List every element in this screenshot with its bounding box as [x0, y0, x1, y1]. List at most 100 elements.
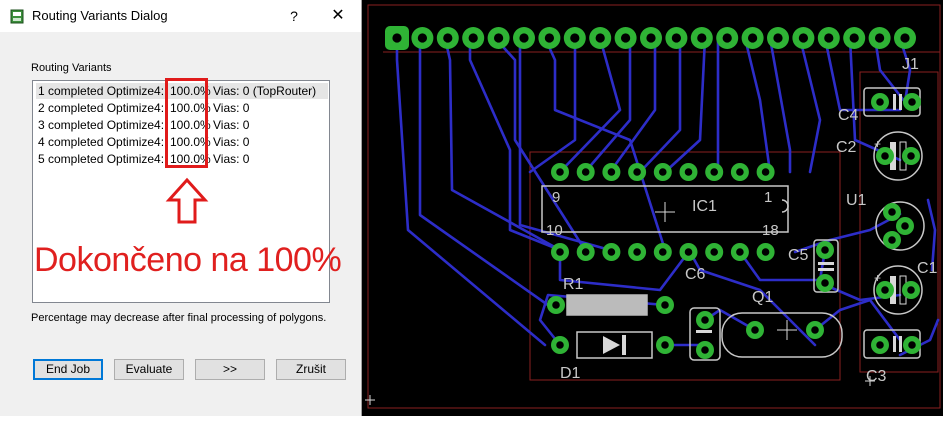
j1-pad-hole [620, 33, 631, 43]
app-icon [10, 9, 24, 24]
component-pad-hole [888, 208, 896, 216]
component-pad-hole [556, 341, 564, 349]
j1-pad-hole [900, 33, 910, 43]
component-pad-hole [811, 326, 819, 334]
ic1-pad-hole [607, 168, 616, 176]
j1-pad-hole [646, 33, 656, 43]
title-bar: Routing Variants Dialog ? ✕ [0, 0, 361, 32]
cancel-button[interactable]: Zrušit [276, 359, 346, 380]
ic1-pad-hole [659, 248, 667, 256]
c1-label: C1 [917, 260, 938, 277]
ic1-pad-hole [556, 168, 564, 176]
ic1-pad-hole [556, 248, 564, 256]
component-pad-hole [901, 222, 909, 230]
percentage-note: Percentage may decrease after final proc… [31, 312, 327, 324]
variant-name: 1 completed Optimize4: [38, 84, 165, 98]
pin9-label: 9 [552, 189, 560, 206]
variant-name: 5 completed Optimize4: [38, 152, 165, 166]
r1-label: R1 [563, 276, 584, 293]
ic1-pad-hole [684, 168, 693, 176]
component-pad-hole [701, 346, 709, 354]
c2-label: C2 [836, 139, 857, 156]
component-pad-hole [908, 341, 916, 349]
j1-pad-hole [697, 33, 707, 43]
component-pad-hole [876, 341, 884, 349]
component-pad-hole [751, 326, 759, 334]
component-pad-hole [881, 152, 889, 160]
variant-name: 4 completed Optimize4: [38, 135, 165, 149]
j1-pad-hole [493, 33, 504, 43]
component-pad-hole [888, 236, 896, 244]
c4-label: C4 [838, 107, 859, 124]
j1-pad-hole [544, 33, 555, 43]
component-pad-hole [701, 316, 709, 324]
component-bodies [603, 94, 907, 355]
j1-pad-hole [392, 33, 402, 43]
component-pad-hole [821, 279, 829, 287]
j1-pad-hole [874, 33, 885, 43]
component-pad-hole [908, 98, 916, 106]
variant-vias: Vias: 0 [213, 118, 250, 132]
j1-pad-hole [773, 33, 783, 43]
j1-pad-hole [570, 33, 580, 43]
q1-label: Q1 [752, 289, 773, 306]
j1-pad-hole [747, 33, 758, 43]
ic1-pad-hole [581, 168, 590, 176]
pin18-label: 18 [762, 222, 779, 239]
pcb-canvas: IC1 9 1 10 18 J1 C4 C2 U1 C1 C5 C6 R1 Q1… [365, 4, 941, 409]
polarity-plus: + [874, 137, 881, 151]
up-arrow-icon [165, 177, 209, 224]
next-button[interactable]: >> [195, 359, 265, 380]
ic1-pad-hole [710, 168, 718, 176]
ic1-pad-hole [710, 248, 718, 256]
percent-highlight-box [165, 78, 208, 168]
end-job-button[interactable]: End Job [33, 359, 103, 380]
ic1-pad-hole [736, 248, 744, 256]
component-pad-hole [876, 98, 884, 106]
ic1-pad-hole [607, 248, 616, 256]
close-button[interactable]: ✕ [326, 6, 350, 26]
j1-pad-hole [798, 33, 809, 43]
component-pad-hole [907, 286, 915, 294]
component-pad-hole [661, 341, 669, 349]
component-pad-hole [907, 152, 915, 160]
ic1-pad-hole [633, 248, 641, 256]
routing-variants-dialog: Routing Variants Dialog ? ✕ Routing Vari… [0, 0, 362, 416]
ic1-label: IC1 [692, 198, 717, 215]
c5-label: C5 [788, 247, 809, 264]
help-button[interactable]: ? [282, 6, 306, 26]
component-pad-hole [881, 286, 889, 294]
ic1-pad-hole [736, 168, 744, 176]
j1-pad-hole [443, 33, 453, 43]
c3-label: C3 [866, 368, 887, 385]
pcb-board-view[interactable]: IC1 9 1 10 18 J1 C4 C2 U1 C1 C5 C6 R1 Q1… [362, 0, 943, 416]
dialog-title: Routing Variants Dialog [32, 8, 168, 23]
polarity-plus: + [874, 271, 881, 285]
routing-variants-label: Routing Variants [31, 62, 112, 74]
pin10-label: 10 [546, 222, 563, 239]
ic1-pad-hole [761, 248, 770, 256]
j1-pad-hole [849, 33, 859, 43]
variant-vias: Vias: 0 [213, 101, 250, 115]
j1-pad-hole [671, 33, 682, 43]
component-pad-hole [661, 301, 669, 309]
pin1-label: 1 [764, 189, 772, 206]
variant-vias: Vias: 0 [213, 135, 250, 149]
variant-vias: Vias: 0 [213, 152, 250, 166]
completion-annotation: Dokončeno na 100% [34, 241, 342, 279]
j1-pad-hole [468, 33, 478, 43]
j1-pad-hole [519, 33, 529, 43]
component-pad-hole [552, 301, 560, 309]
ic1-pad-hole [684, 248, 693, 256]
evaluate-button[interactable]: Evaluate [114, 359, 184, 380]
connector-j1-pads [385, 26, 916, 50]
j1-pad-hole [417, 33, 428, 43]
d1-label: D1 [560, 365, 581, 382]
j1-pad-hole [595, 33, 605, 43]
variant-name: 3 completed Optimize4: [38, 118, 165, 132]
ic1-pad-hole [659, 168, 667, 176]
u1-label: U1 [846, 192, 867, 209]
ic1-pad-hole [581, 248, 590, 256]
component-pad-hole [821, 246, 829, 254]
c6-label: C6 [685, 266, 706, 283]
